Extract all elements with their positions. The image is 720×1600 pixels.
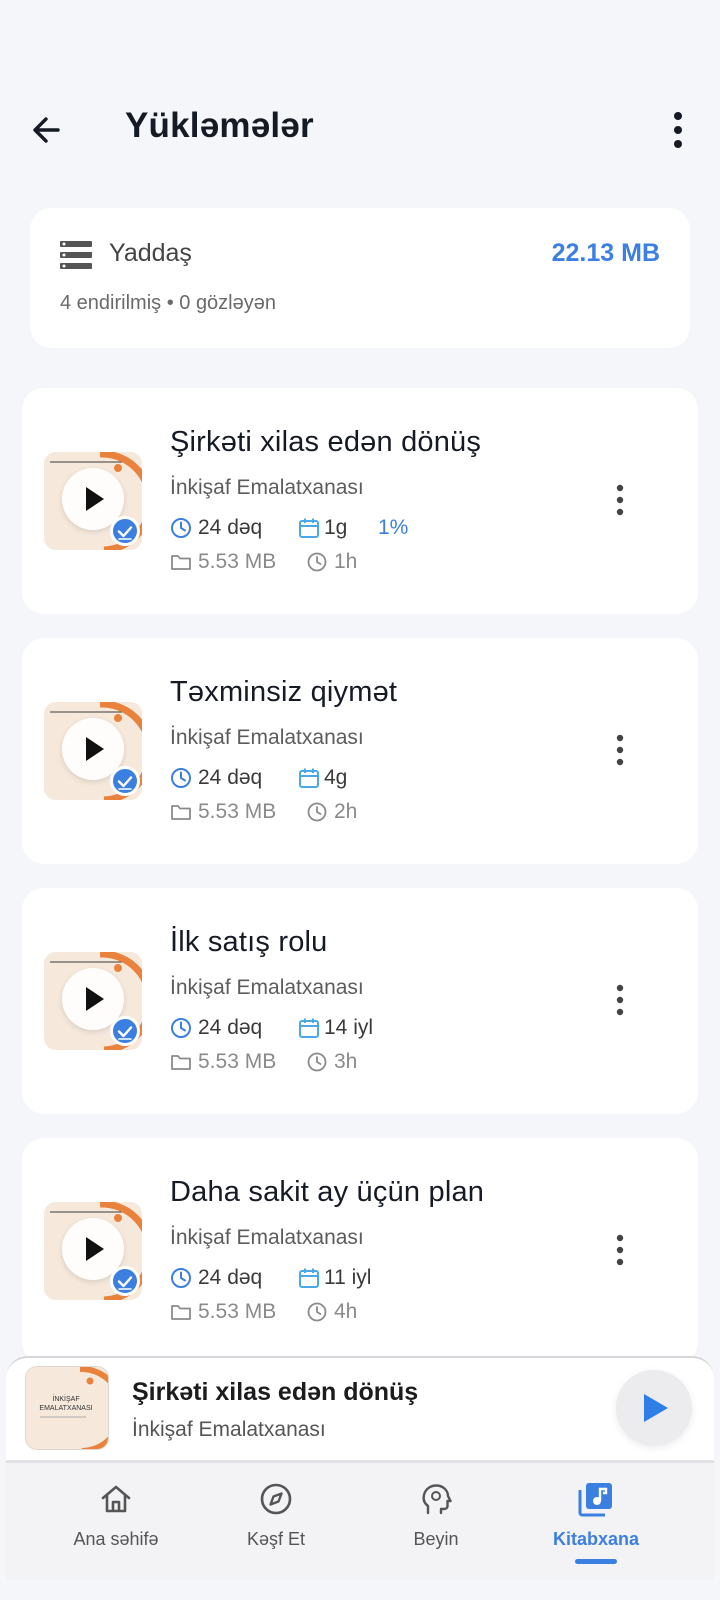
episode-title: Daha sakit ay üçün plan xyxy=(170,1176,485,1208)
folder-icon xyxy=(171,555,191,570)
download-time: 1h xyxy=(334,550,358,573)
duration: 24 dəq xyxy=(198,1016,263,1039)
duration: 24 dəq xyxy=(198,766,263,789)
file-size: 5.53 MB xyxy=(198,800,277,823)
more-vertical-icon xyxy=(674,112,682,148)
folder-icon xyxy=(171,805,191,820)
nav-label: Kitabxana xyxy=(552,1529,640,1549)
check-icon xyxy=(117,1026,133,1040)
brain-head-icon xyxy=(422,1484,452,1515)
episode-author: İnkişaf Emalatxanası xyxy=(170,726,364,749)
nav-item-library[interactable]: Kitabxana xyxy=(516,1463,676,1573)
clock-icon xyxy=(307,1302,327,1322)
home-icon xyxy=(101,1485,131,1513)
episode-thumbnail[interactable] xyxy=(44,452,142,550)
nav-label: Ana səhifə xyxy=(73,1529,159,1549)
episode-author: İnkişaf Emalatxanası xyxy=(170,1226,364,1249)
calendar-icon xyxy=(299,518,319,538)
calendar-icon xyxy=(299,1268,319,1288)
episode-author: İnkişaf Emalatxanası xyxy=(170,476,364,499)
more-vertical-icon xyxy=(616,484,624,516)
episode-title: Şirkəti xilas edən dönüş xyxy=(170,426,482,458)
episode-thumbnail[interactable] xyxy=(44,952,142,1050)
cover-text: İNKİŞAF EMALATXANASI xyxy=(39,1396,93,1412)
clock-icon xyxy=(307,552,327,572)
file-size: 5.53 MB xyxy=(198,1300,277,1323)
play-icon xyxy=(644,1394,668,1422)
download-item[interactable]: İlk satış rolu İnkişaf Emalatxanası 24 d… xyxy=(22,888,698,1114)
mini-player-play-button[interactable] xyxy=(616,1370,692,1446)
downloaded-badge xyxy=(110,766,140,796)
bottom-navigation: Ana səhifə Kəşf Et Beyin Kitabxana xyxy=(6,1460,714,1580)
compass-icon xyxy=(260,1483,292,1515)
downloaded-badge xyxy=(110,516,140,546)
more-vertical-icon xyxy=(616,1234,624,1266)
folder-icon xyxy=(171,1305,191,1320)
downloaded-badge xyxy=(110,1266,140,1296)
calendar-icon xyxy=(299,768,319,788)
storage-icon xyxy=(60,241,92,269)
episode-title: Təxminsiz qiymət xyxy=(170,676,398,708)
date: 14 iyl xyxy=(324,1016,374,1039)
download-time: 2h xyxy=(334,800,358,823)
download-item[interactable]: Şirkəti xilas edən dönüş İnkişaf Emalatx… xyxy=(22,388,698,614)
check-icon xyxy=(117,526,133,540)
clock-icon xyxy=(307,1052,327,1072)
more-vertical-icon xyxy=(616,734,624,766)
clock-icon xyxy=(171,1018,191,1038)
page-title: Yükləmələr xyxy=(125,106,314,145)
folder-icon xyxy=(171,1055,191,1070)
file-size: 5.53 MB xyxy=(198,1050,277,1073)
downloaded-badge xyxy=(110,1016,140,1046)
episode-thumbnail[interactable] xyxy=(44,702,142,800)
clock-icon xyxy=(307,802,327,822)
date: 4g xyxy=(324,766,348,789)
download-item[interactable]: Daha sakit ay üçün plan İnkişaf Emalatxa… xyxy=(22,1138,698,1364)
episode-thumbnail[interactable] xyxy=(44,1202,142,1300)
item-options-button[interactable] xyxy=(608,980,632,1020)
app-header: Yükləmələr xyxy=(0,90,720,170)
calendar-icon xyxy=(299,1018,319,1038)
download-time: 3h xyxy=(334,1050,358,1073)
storage-size: 22.13 MB xyxy=(551,239,660,267)
download-item[interactable]: Təxminsiz qiymət İnkişaf Emalatxanası 24… xyxy=(22,638,698,864)
more-vertical-icon xyxy=(616,984,624,1016)
library-music-icon xyxy=(578,1483,612,1517)
episode-title: İlk satış rolu xyxy=(170,926,328,958)
file-size: 5.53 MB xyxy=(198,550,277,573)
date: 1g xyxy=(324,516,348,539)
nav-label: Kəşf Et xyxy=(246,1529,306,1549)
mini-player-cover[interactable]: İNKİŞAF EMALATXANASI xyxy=(25,1366,109,1450)
arrow-left-icon xyxy=(33,117,60,143)
active-tab-indicator xyxy=(575,1559,617,1564)
nav-item-brain[interactable]: Beyin xyxy=(356,1463,516,1573)
progress: 1% xyxy=(378,516,409,539)
mini-player-title: Şirkəti xilas edən dönüş xyxy=(132,1378,419,1406)
nav-item-home[interactable]: Ana səhifə xyxy=(36,1463,196,1573)
episode-author: İnkişaf Emalatxanası xyxy=(170,976,364,999)
nav-label: Beyin xyxy=(413,1529,459,1549)
storage-summary-card: Yaddaş 22.13 MB 4 endirilmiş • 0 gözləyə… xyxy=(30,208,690,348)
check-icon xyxy=(117,1276,133,1290)
mini-player[interactable]: İNKİŞAF EMALATXANASI Şirkəti xilas edən … xyxy=(6,1356,714,1460)
back-button[interactable] xyxy=(28,108,72,152)
mini-player-author: İnkişaf Emalatxanası xyxy=(132,1418,326,1441)
download-time: 4h xyxy=(334,1300,358,1323)
storage-summary: 4 endirilmiş • 0 gözləyən xyxy=(60,292,276,314)
storage-label: Yaddaş xyxy=(109,239,192,267)
duration: 24 dəq xyxy=(198,516,263,539)
clock-icon xyxy=(171,1268,191,1288)
clock-icon xyxy=(171,768,191,788)
item-options-button[interactable] xyxy=(608,730,632,770)
item-options-button[interactable] xyxy=(608,1230,632,1270)
check-icon xyxy=(117,776,133,790)
nav-item-discover[interactable]: Kəşf Et xyxy=(196,1463,356,1573)
clock-icon xyxy=(171,518,191,538)
date: 11 iyl xyxy=(324,1266,372,1289)
item-options-button[interactable] xyxy=(608,480,632,520)
more-options-button[interactable] xyxy=(660,108,696,152)
duration: 24 dəq xyxy=(198,1266,263,1289)
